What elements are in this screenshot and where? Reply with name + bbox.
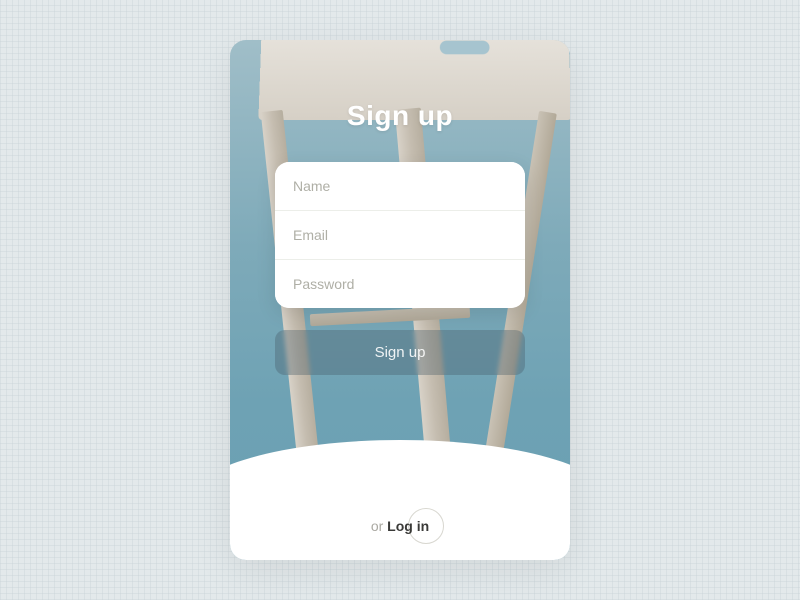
- email-field[interactable]: Email: [275, 211, 525, 260]
- signup-card: Sign up Name Email Password Sign up or L…: [230, 40, 570, 560]
- or-label: or: [371, 518, 387, 534]
- signup-button[interactable]: Sign up: [275, 330, 525, 375]
- name-field[interactable]: Name: [275, 162, 525, 211]
- footer-curve: [230, 440, 570, 560]
- login-link[interactable]: Log in: [387, 518, 429, 534]
- password-field[interactable]: Password: [275, 260, 525, 308]
- signup-form: Name Email Password: [275, 162, 525, 308]
- page-title: Sign up: [347, 100, 453, 132]
- footer-text: or Log in: [230, 518, 570, 534]
